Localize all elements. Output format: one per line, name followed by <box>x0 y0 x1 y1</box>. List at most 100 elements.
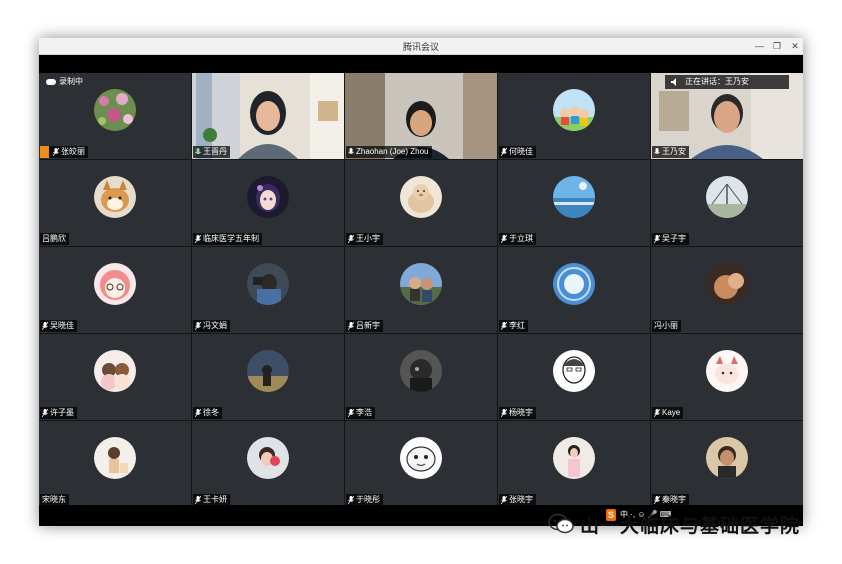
participant-tile[interactable]: 王小宇 <box>345 160 497 246</box>
participant-name-label: 冯文娟 <box>193 320 230 332</box>
mic-muted-icon <box>195 235 201 243</box>
participant-name-label: 于立琪 <box>499 233 536 245</box>
title-bar: 腾讯会议 — ❐ ✕ <box>39 38 803 55</box>
host-icon <box>40 146 49 158</box>
top-toolbar <box>39 55 803 73</box>
participant-grid: 录制中 张皎丽 王晋丹 Zhaohan (Joe) Zhou 何晓佳 王乃安 吕… <box>39 73 803 507</box>
avatar <box>247 350 289 392</box>
participant-name-label: 临床医学五年制 <box>193 233 262 245</box>
mic-muted-icon <box>348 409 354 417</box>
participant-tile[interactable]: 录制中 张皎丽 <box>39 73 191 159</box>
speaking-indicator: 正在讲话：王乃安 <box>665 75 789 89</box>
avatar <box>706 176 748 218</box>
mic-muted-icon <box>501 235 507 243</box>
mic-muted-icon <box>501 496 507 504</box>
participant-tile[interactable]: 秦晓宇 <box>651 421 803 507</box>
mic-muted-icon <box>195 496 201 504</box>
participant-name-label: 王晋丹 <box>193 146 230 158</box>
avatar <box>553 176 595 218</box>
mic-muted-icon <box>501 409 507 417</box>
avatar <box>94 176 136 218</box>
avatar <box>94 263 136 305</box>
mic-muted-icon <box>348 322 354 330</box>
avatar <box>94 350 136 392</box>
mic-icon <box>195 148 201 154</box>
recording-indicator: 录制中 <box>46 76 83 87</box>
wechat-icon <box>548 513 574 534</box>
participant-tile[interactable]: 张晓宇 <box>498 421 650 507</box>
avatar <box>94 89 136 131</box>
participant-tile[interactable]: 李浩 <box>345 334 497 420</box>
participant-name-label: 李浩 <box>346 407 375 419</box>
meeting-window: 腾讯会议 — ❐ ✕ 录制中 张皎丽 王晋丹 Zhaohan (Joe) Zho… <box>39 38 803 526</box>
participant-name-label: 冯小丽 <box>652 320 681 332</box>
mic-muted-icon <box>53 148 59 156</box>
participant-video-tile[interactable]: 王晋丹 <box>192 73 344 159</box>
participant-name-label: 吴晓佳 <box>40 320 77 332</box>
mic-muted-icon <box>42 409 48 417</box>
avatar <box>706 263 748 305</box>
mic-muted-icon <box>348 496 354 504</box>
close-icon[interactable]: ✕ <box>791 39 799 53</box>
participant-tile[interactable]: 李红 <box>498 247 650 333</box>
mic-muted-icon <box>654 235 660 243</box>
participant-tile[interactable]: 临床医学五年制 <box>192 160 344 246</box>
participant-name-label: 许子墨 <box>40 407 77 419</box>
participant-tile[interactable]: 杨晓宇 <box>498 334 650 420</box>
participant-tile[interactable]: 吕新宇 <box>345 247 497 333</box>
speaker-icon <box>671 78 676 86</box>
avatar <box>247 176 289 218</box>
avatar <box>553 350 595 392</box>
mic-muted-icon <box>501 148 507 156</box>
participant-name-label: 吕新宇 <box>346 320 383 332</box>
participant-name-label: 何晓佳 <box>499 146 536 158</box>
mic-icon <box>654 148 660 154</box>
mic-muted-icon <box>195 322 201 330</box>
mic-muted-icon <box>42 322 48 330</box>
participant-video-tile[interactable]: Zhaohan (Joe) Zhou <box>345 73 497 159</box>
participant-tile[interactable]: 王卡妍 <box>192 421 344 507</box>
participant-name-label: Kaye <box>652 407 684 419</box>
participant-name-label: 王小宇 <box>346 233 383 245</box>
mic-muted-icon <box>654 496 660 504</box>
avatar <box>247 437 289 479</box>
participant-name-label: 张皎丽 <box>40 146 88 158</box>
avatar <box>400 176 442 218</box>
avatar <box>94 437 136 479</box>
participant-tile[interactable]: 许子墨 <box>39 334 191 420</box>
mic-muted-icon <box>501 322 507 330</box>
avatar <box>553 89 595 131</box>
participant-tile[interactable]: 于晓彤 <box>345 421 497 507</box>
participant-tile[interactable]: 于立琪 <box>498 160 650 246</box>
avatar <box>706 437 748 479</box>
watermark-text: 山一大临床与基础医学院 <box>580 515 801 537</box>
window-title: 腾讯会议 <box>402 42 439 52</box>
participant-tile[interactable]: 冯文娟 <box>192 247 344 333</box>
participant-tile[interactable]: 吕鹏欣 <box>39 160 191 246</box>
cloud-record-icon <box>46 78 56 85</box>
participant-tile[interactable]: 徐冬 <box>192 334 344 420</box>
avatar <box>706 350 748 392</box>
participant-tile[interactable]: 冯小丽 <box>651 247 803 333</box>
participant-name-label: 杨晓宇 <box>499 407 536 419</box>
restore-icon[interactable]: ❐ <box>773 39 781 53</box>
participant-tile[interactable]: 何晓佳 <box>498 73 650 159</box>
avatar <box>400 263 442 305</box>
participant-tile[interactable]: 吴子宇 <box>651 160 803 246</box>
wechat-watermark: 山一大临床与基础医学院 <box>548 509 800 539</box>
mic-muted-icon <box>195 409 201 417</box>
avatar <box>553 437 595 479</box>
avatar <box>400 350 442 392</box>
participant-tile[interactable]: 吴晓佳 <box>39 247 191 333</box>
mic-icon <box>348 148 354 154</box>
participant-name-label: 吕鹏欣 <box>40 233 69 245</box>
avatar <box>247 263 289 305</box>
participant-tile[interactable]: 宋晓东 <box>39 421 191 507</box>
avatar <box>400 437 442 479</box>
minimize-icon[interactable]: — <box>755 39 764 53</box>
mic-muted-icon <box>348 235 354 243</box>
participant-tile[interactable]: Kaye <box>651 334 803 420</box>
participant-name-label: 李红 <box>499 320 528 332</box>
participant-name-label: Zhaohan (Joe) Zhou <box>346 146 432 158</box>
recording-text: 录制中 <box>59 77 83 86</box>
